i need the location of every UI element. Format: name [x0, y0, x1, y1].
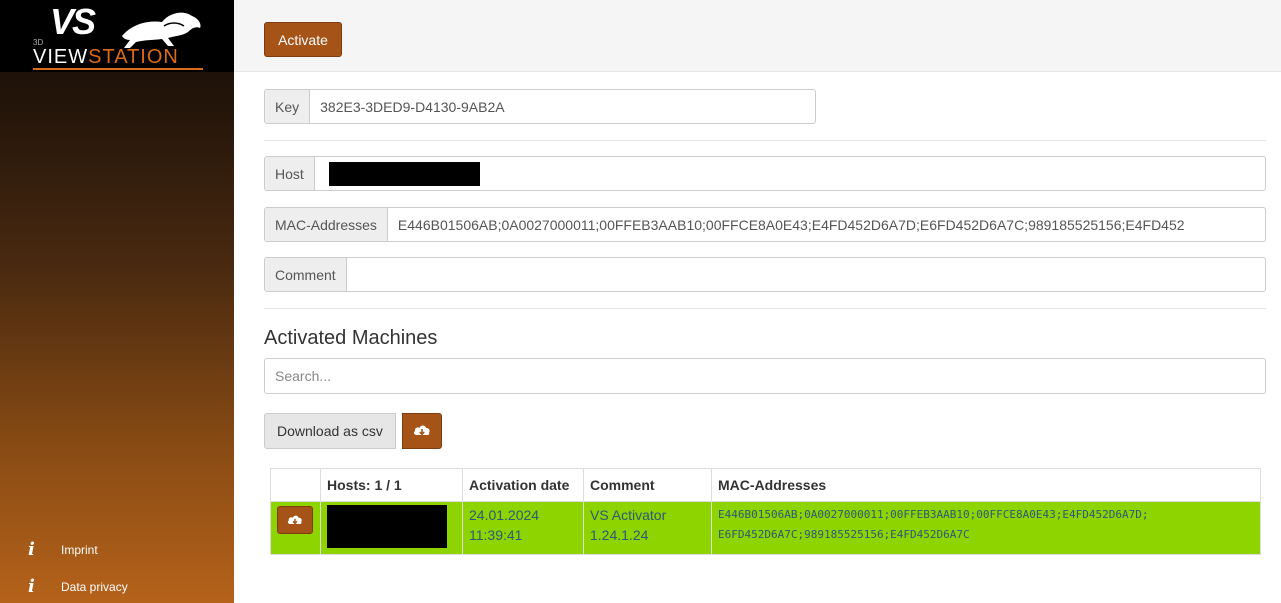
redacted-host: [328, 161, 480, 186]
section-title: Activated Machines: [264, 327, 438, 349]
comment-input-group: Comment: [264, 257, 1266, 292]
comment-label: Comment: [265, 258, 347, 291]
column-header-hosts[interactable]: Hosts: 1 / 1: [320, 468, 463, 502]
row-action-cell: [270, 501, 321, 555]
key-field[interactable]: 382E3-3DED9-D4130-9AB2A: [310, 90, 815, 123]
column-header-activation-date[interactable]: Activation date: [462, 468, 584, 502]
info-icon: i: [28, 539, 35, 560]
table-header-row: Hosts: 1 / 1 Activation date Comment MAC…: [270, 468, 1261, 502]
activated-machines-table: Hosts: 1 / 1 Activation date Comment MAC…: [270, 468, 1261, 555]
sidebar-item-data-privacy[interactable]: i Data privacy: [28, 576, 128, 597]
logo-wordmark: VIEWSTATION: [33, 46, 179, 68]
top-toolbar: Activate: [234, 0, 1281, 72]
row-mac-addresses: E446B01506AB;0A0027000011;00FFEB3AAB10;0…: [711, 501, 1261, 555]
row-comment: VS Activator 1.24.1.24: [583, 501, 712, 555]
row-host-cell: [320, 501, 463, 555]
column-header-comment[interactable]: Comment: [583, 468, 712, 502]
host-input-group: Host: [264, 156, 1266, 191]
mac-line: E446B01506AB;0A0027000011;00FFEB3AAB10;0…: [718, 508, 1149, 521]
download-csv-icon-button[interactable]: [402, 413, 442, 449]
search-input[interactable]: Search...: [264, 358, 1266, 394]
divider: [264, 140, 1266, 141]
table-row[interactable]: 24.01.2024 11:39:41 VS Activator 1.24.1.…: [270, 501, 1261, 555]
key-input-group: Key 382E3-3DED9-D4130-9AB2A: [264, 89, 816, 124]
host-field[interactable]: [315, 157, 1265, 190]
column-header-mac-addresses[interactable]: MAC-Addresses: [711, 468, 1261, 502]
sidebar: VS 3D VIEWSTATION i Imprint i Data priva…: [0, 0, 234, 603]
cloud-download-icon: [413, 425, 430, 436]
sidebar-item-imprint[interactable]: i Imprint: [28, 539, 98, 560]
redacted-host: [327, 505, 447, 548]
cloud-download-icon: [287, 515, 302, 524]
comment-line: 1.24.1.24: [590, 527, 649, 543]
comment-line: VS Activator: [590, 507, 667, 523]
row-activation-date: 24.01.2024 11:39:41: [462, 501, 584, 555]
host-label: Host: [265, 157, 315, 190]
column-header: [270, 468, 321, 502]
logo-vs-mark: VS: [50, 1, 96, 42]
lion-icon: [122, 12, 201, 48]
comment-field[interactable]: [347, 258, 1265, 291]
mac-label: MAC-Addresses: [265, 208, 388, 241]
viewstation-logo[interactable]: VS 3D VIEWSTATION: [0, 0, 234, 72]
sidebar-item-label: Data privacy: [61, 579, 128, 594]
mac-input-group: MAC-Addresses E446B01506AB;0A0027000011;…: [264, 207, 1266, 242]
activation-time: 11:39:41: [469, 527, 523, 543]
download-csv-button[interactable]: Download as csv: [264, 413, 396, 449]
activate-button[interactable]: Activate: [264, 22, 342, 57]
info-icon: i: [28, 576, 35, 597]
logo-underline: [33, 68, 203, 70]
row-download-button[interactable]: [277, 506, 313, 534]
activation-date: 24.01.2024: [469, 507, 540, 523]
mac-line: E6FD452D6A7C;989185525156;E4FD452D6A7C: [718, 528, 970, 541]
key-label: Key: [265, 90, 311, 123]
divider: [264, 308, 1266, 309]
mac-field[interactable]: E446B01506AB;0A0027000011;00FFEB3AAB10;0…: [388, 208, 1265, 241]
sidebar-item-label: Imprint: [61, 542, 98, 557]
